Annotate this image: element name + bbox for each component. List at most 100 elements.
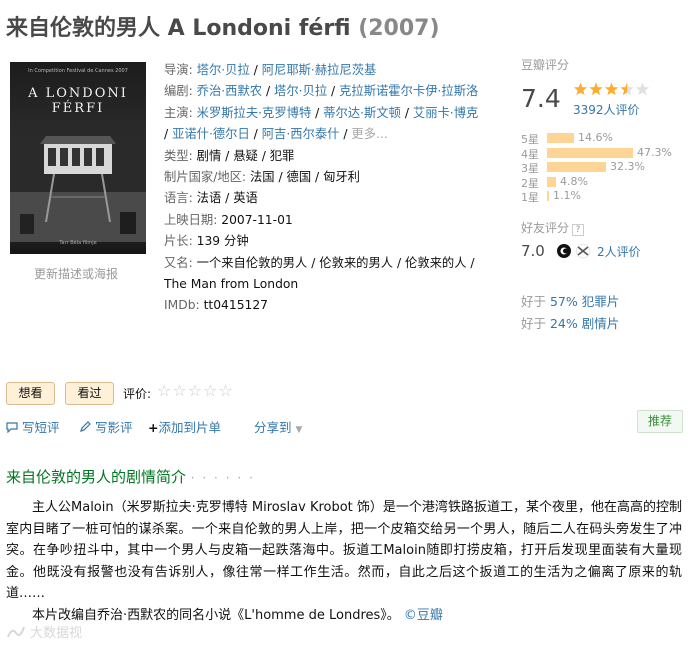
language-value: 法语 / 英语 xyxy=(196,191,258,206)
friend-votes-link[interactable]: 2人评价 xyxy=(597,243,641,260)
rating-bar-fill xyxy=(547,176,556,187)
summary-paragraph-2-text: 本片改编自乔治·西默农的同名小说《L'homme de Londres》。 xyxy=(32,607,400,623)
rating-bar-row: 2星 4.8% xyxy=(521,175,681,190)
edit-icon xyxy=(80,421,91,432)
runtime-value: 139 分钟 xyxy=(196,234,249,249)
rating-bar-percent: 32.3% xyxy=(610,160,645,173)
summary-paragraph-2: 本片改编自乔治·西默农的同名小说《L'homme de Londres》。 ©豆… xyxy=(6,605,682,627)
rating-bar-fill xyxy=(547,162,606,172)
cast-row-2: / 亚诺什·德尔日 / 阿吉·西尔泰什 / 更多... xyxy=(164,127,388,142)
imdb-label: IMDb: xyxy=(164,298,204,313)
star-icon xyxy=(635,82,650,96)
rating-bar-percent: 1.1% xyxy=(553,189,581,202)
cast-link-3[interactable]: 艾丽卡·博克 xyxy=(413,106,478,120)
star-icon xyxy=(620,82,634,96)
friend-rating-label: 好友评分? xyxy=(521,219,585,236)
aka-row: 又名: 一个来自伦敦的男人 / 伦敦来的男人 / 伦敦来的人 / xyxy=(164,253,500,274)
rating-bar-percent: 14.6% xyxy=(578,131,613,144)
aka-value-2: The Man from London xyxy=(164,277,299,292)
poster-bottom-text: Tarr Béla filmje xyxy=(59,240,97,246)
share-link[interactable]: 分享到 xyxy=(254,420,292,435)
cast-link-2[interactable]: 蒂尔达·斯文顿 xyxy=(323,106,401,120)
rating-stars xyxy=(573,82,651,101)
cast-link-4[interactable]: 亚诺什·德尔日 xyxy=(172,127,250,141)
want-to-watch-button[interactable]: 想看 xyxy=(6,382,55,405)
poster-tower-image xyxy=(10,132,146,242)
copyright-link[interactable]: ©豆瓣 xyxy=(404,608,443,623)
write-short-review-link[interactable]: 写短评 xyxy=(22,420,60,435)
release-label: 上映日期: xyxy=(164,212,222,227)
cast-link-1[interactable]: 米罗斯拉夫·克罗博特 xyxy=(197,106,312,120)
language-row: 语言: 法语 / 英语 xyxy=(164,188,500,209)
star-icon xyxy=(604,82,619,96)
movie-year: (2007) xyxy=(358,16,440,41)
write-short-review[interactable]: 写短评 xyxy=(6,417,60,436)
aka-label: 又名: xyxy=(164,255,197,270)
rate-stars-input[interactable]: ☆☆☆☆☆ xyxy=(157,381,234,400)
friend-rating-label-text: 好友评分 xyxy=(521,221,570,235)
director-row: 导演: 塔尔·贝拉 / 阿尼耶斯·赫拉尼茨基 xyxy=(164,63,377,77)
movie-poster[interactable]: In Competition Festival de Cannes 2007 A… xyxy=(10,62,146,254)
rating-bar-fill xyxy=(547,191,549,201)
cast-label: 主演: xyxy=(164,105,197,120)
better-than-link-1[interactable]: 57% 犯罪片 xyxy=(550,294,619,309)
genre-row: 类型: 剧情 / 悬疑 / 犯罪 xyxy=(164,146,500,167)
comment-icon xyxy=(6,422,18,434)
aka-row-2: The Man from London xyxy=(164,274,500,295)
plus-icon: + xyxy=(148,420,159,435)
rating-distribution: 5星 14.6% 4星 47.3% 3星 32.3% 2星 4.8% 1星 1.1% xyxy=(521,131,681,204)
summary-title: 来自伦敦的男人的剧情简介 xyxy=(6,468,187,486)
writer-row: 编剧: 乔治·西默农 / 塔尔·贝拉 / 克拉斯诺霍尔卡伊·拉斯洛 xyxy=(164,84,479,99)
director-label: 导演: xyxy=(164,63,197,77)
rating-label: 豆瓣评分 xyxy=(521,58,570,72)
watermark-logo-icon xyxy=(7,626,25,638)
watched-button[interactable]: 看过 xyxy=(65,382,114,405)
director-link-1[interactable]: 塔尔·贝拉 xyxy=(197,63,250,77)
help-icon[interactable]: ? xyxy=(572,224,585,236)
genre-value: 剧情 / 悬疑 / 犯罪 xyxy=(196,148,295,163)
friend-rating-score: 7.0 xyxy=(521,242,545,260)
writer-link-1[interactable]: 乔治·西默农 xyxy=(197,84,262,98)
summary-body: 主人公Maloin（米罗斯拉夫·克罗博特 Miroslav Krobot 饰）是… xyxy=(6,497,682,626)
better-than-1: 好于 57% 犯罪片 xyxy=(521,291,619,310)
cast-row: 主演: 米罗斯拉夫·克罗博特 / 蒂尔达·斯文顿 / 艾丽卡·博克 xyxy=(164,105,479,120)
rating-bar-percent: 4.8% xyxy=(560,174,588,188)
imdb-row: IMDb: tt0415127 xyxy=(164,295,500,316)
summary-paragraph-1: 主人公Maloin（米罗斯拉夫·克罗博特 Miroslav Krobot 饰）是… xyxy=(6,500,682,601)
rating-bar-row: 5星 14.6% xyxy=(521,131,681,146)
share-menu[interactable]: 分享到 ▼ xyxy=(254,417,302,436)
watermark-text: 大数据视 xyxy=(30,626,83,641)
star-icon xyxy=(589,82,603,96)
write-review-link[interactable]: 写影评 xyxy=(95,420,133,435)
poster-title-text: A LONDONI FÉRFI xyxy=(28,86,128,116)
update-description-link[interactable]: 更新描述或海报 xyxy=(34,265,118,282)
writer-link-3[interactable]: 克拉斯诺霍尔卡伊·拉斯洛 xyxy=(339,84,478,98)
rating-votes-link[interactable]: 3392人评价 xyxy=(573,101,640,118)
country-label: 制片国家/地区: xyxy=(164,170,250,185)
cast-link-5[interactable]: 阿吉·西尔泰什 xyxy=(262,127,340,141)
movie-title: 来自伦敦的男人 A Londoni férfi xyxy=(6,16,351,41)
runtime-label: 片长: xyxy=(164,234,197,249)
director-link-2[interactable]: 阿尼耶斯·赫拉尼茨基 xyxy=(262,63,377,77)
rate-label: 评价: xyxy=(123,387,152,401)
cast-more-link[interactable]: 更多... xyxy=(351,127,387,141)
rating-bar-row: 4星 47.3% xyxy=(521,146,681,161)
watermark: 大数据视 xyxy=(6,622,82,641)
writer-label: 编剧: xyxy=(164,84,197,99)
better-than-link-2[interactable]: 24% 剧情片 xyxy=(550,316,619,331)
page-title: 来自伦敦的男人 A Londoni férfi (2007) xyxy=(6,10,440,42)
writer-link-2[interactable]: 塔尔·贝拉 xyxy=(274,84,327,98)
better-than-prefix-1: 好于 xyxy=(521,294,550,309)
release-row: 上映日期: 2007-11-01 xyxy=(164,210,500,231)
country-row: 制片国家/地区: 法国 / 德国 / 匈牙利 xyxy=(164,167,500,188)
add-to-list-link[interactable]: 添加到片单 xyxy=(158,420,221,435)
language-label: 语言: xyxy=(164,191,197,206)
summary-dots: · · · · · · xyxy=(190,471,255,485)
rating-bar-percent: 47.3% xyxy=(637,145,672,159)
write-review[interactable]: 写影评 xyxy=(79,417,133,436)
add-to-list[interactable]: +添加到片单 xyxy=(148,417,221,436)
recommend-button[interactable]: 推荐 xyxy=(637,410,683,433)
better-than-2: 好于 24% 剧情片 xyxy=(521,313,619,332)
friend-avatar-icon[interactable] xyxy=(556,243,592,259)
friend-avatars[interactable] xyxy=(556,243,592,262)
